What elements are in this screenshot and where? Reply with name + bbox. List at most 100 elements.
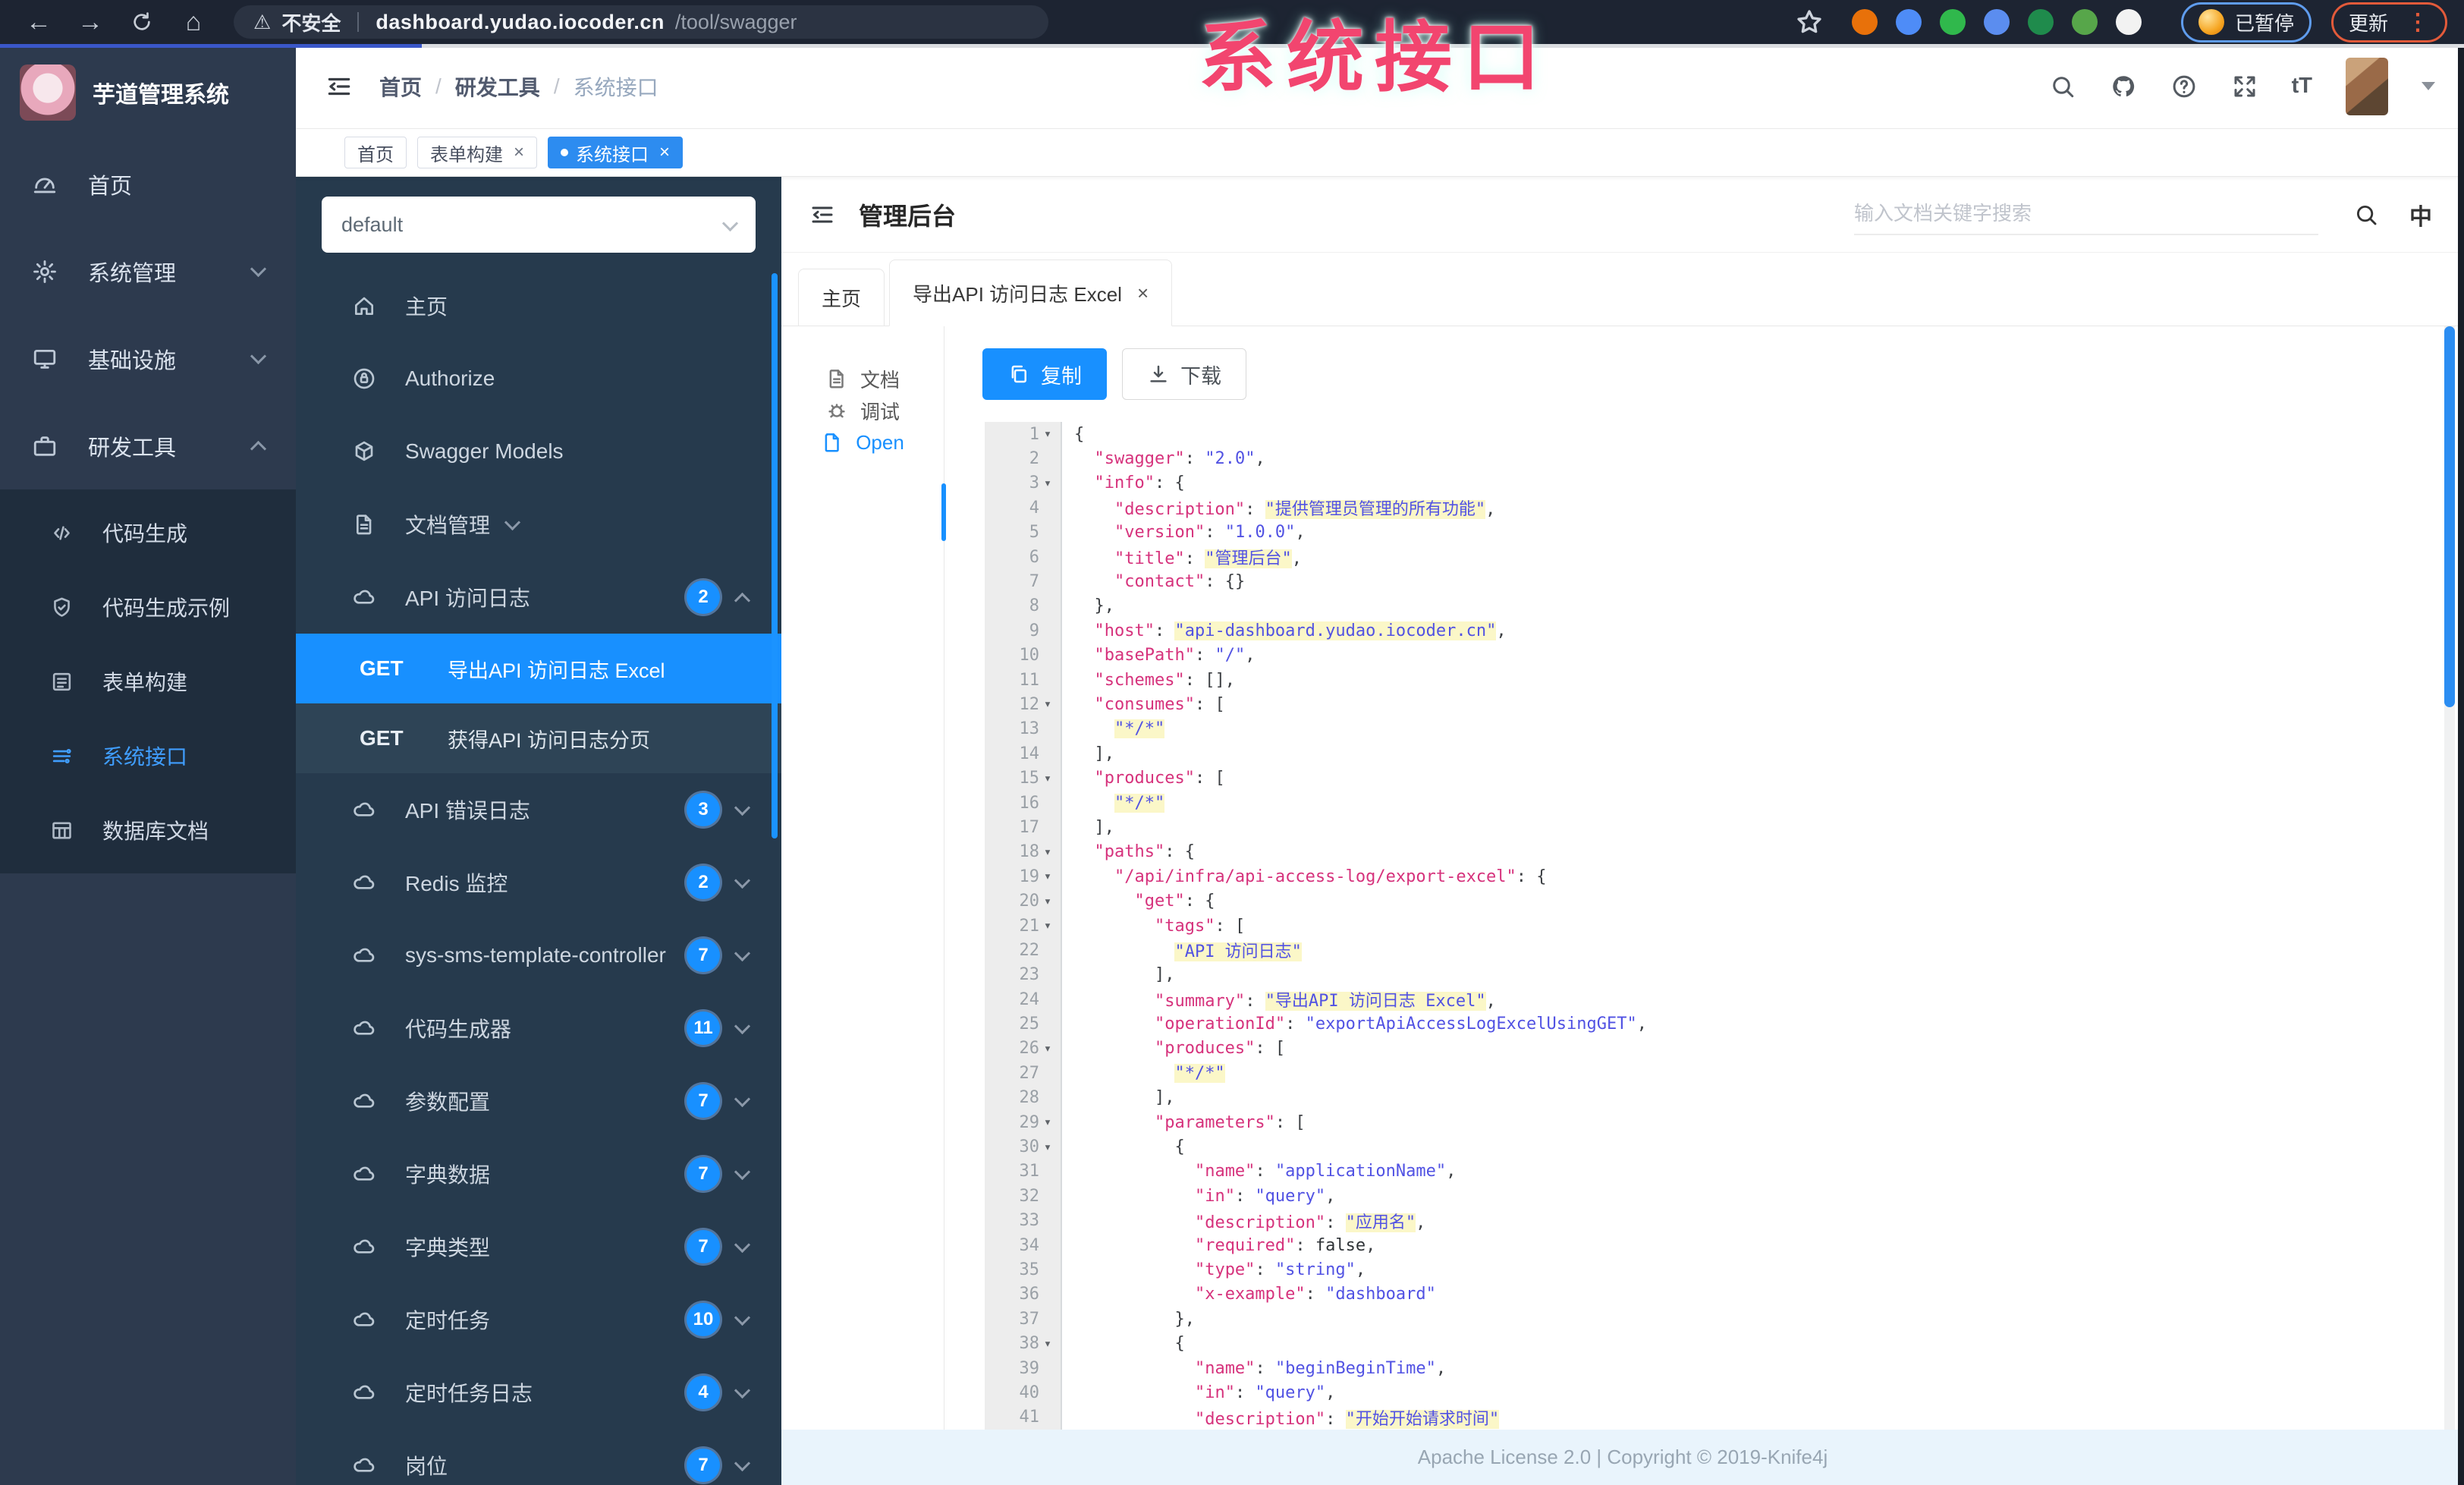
url-divider: [357, 12, 360, 32]
fold-toggle-icon[interactable]: ▾: [1039, 869, 1056, 884]
fold-toggle-icon[interactable]: ▾: [1039, 1336, 1056, 1351]
url-bar[interactable]: ⚠ 不安全 dashboard.yudao.iocoder.cn /tool/s…: [234, 5, 1048, 39]
sidebar-subitem-code-generation-demo[interactable]: 代码生成示例: [0, 570, 296, 644]
doc-side-tab-doc[interactable]: 文档: [781, 363, 944, 395]
api-group-select[interactable]: default: [322, 197, 756, 253]
fold-toggle-icon[interactable]: ▾: [1039, 426, 1056, 442]
browser-menu-icon[interactable]: ⋮: [2406, 9, 2430, 36]
code-token: "basePath": [1094, 646, 1195, 665]
cloud-icon: [352, 1453, 376, 1477]
doc-search-input[interactable]: [1854, 193, 2318, 235]
chevron-down-icon: [734, 1236, 751, 1253]
doc-search-icon[interactable]: [2353, 202, 2379, 228]
doc-search: [1854, 193, 2318, 235]
line-gutter: 11: [985, 667, 1062, 693]
swagger-nav-dict-data[interactable]: 字典数据 7: [296, 1137, 781, 1210]
copy-button[interactable]: 复制: [982, 348, 1107, 400]
code-editor[interactable]: 1 ▾{2 "swagger": "2.0", 3 ▾ "info": {4 "des…: [985, 422, 2447, 1430]
fold-toggle-icon[interactable]: ▾: [1039, 476, 1056, 491]
swagger-nav-authorize[interactable]: Authorize: [296, 342, 781, 415]
header-search-icon[interactable]: [2049, 73, 2076, 100]
font-size-icon[interactable]: tT: [2292, 74, 2312, 99]
swagger-nav-sys-sms-template-controller[interactable]: sys-sms-template-controller 7: [296, 919, 781, 992]
doc-tab-export-api-access-log-excel[interactable]: 导出API 访问日志 Excel ×: [889, 260, 1173, 326]
fold-toggle-icon[interactable]: ▾: [1039, 845, 1056, 860]
doc-side-tab-debug[interactable]: 调试: [781, 395, 944, 426]
swagger-nav-label: Authorize: [405, 367, 495, 390]
sidebar-subitem-system-api[interactable]: 系统接口: [0, 719, 296, 793]
tag-system-api[interactable]: 系统接口 ×: [548, 137, 684, 168]
avatar-caret-icon[interactable]: [2422, 82, 2435, 90]
fold-toggle-icon[interactable]: ▾: [1039, 1041, 1056, 1056]
fold-toggle-icon[interactable]: ▾: [1039, 1115, 1056, 1130]
bookmark-star-icon[interactable]: [1794, 7, 1824, 37]
doc-panel: 管理后台 中 主页 导出API 访问日志 Excel × 文档调试 Open: [781, 177, 2464, 1485]
cloud-icon: [352, 1235, 376, 1259]
code-text: ],: [1062, 965, 1175, 984]
fold-toggle-icon[interactable]: ▾: [1039, 1140, 1056, 1155]
swagger-sidebar-scrollbar[interactable]: [772, 273, 778, 838]
swagger-nav-home[interactable]: 主页: [296, 269, 781, 342]
github-icon[interactable]: [2110, 73, 2137, 100]
language-icon[interactable]: 中: [2409, 198, 2432, 231]
code-text: "required": false,: [1062, 1236, 1375, 1255]
browser-update-button[interactable]: 更新 ⋮: [2330, 2, 2447, 42]
fold-toggle-icon[interactable]: ▾: [1039, 771, 1056, 786]
doc-tab-home[interactable]: 主页: [798, 269, 885, 326]
swagger-nav-post[interactable]: 岗位 7: [296, 1429, 781, 1485]
ext-grid-icon[interactable]: [1983, 9, 2010, 35]
fullscreen-icon[interactable]: [2231, 73, 2258, 100]
browser-back-button[interactable]: ←: [17, 5, 61, 39]
sidebar-subitem-code-generation[interactable]: 代码生成: [0, 496, 296, 570]
fold-toggle-icon[interactable]: ▾: [1039, 697, 1056, 712]
sidebar-subitem-form-builder[interactable]: 表单构建: [0, 644, 296, 719]
help-icon[interactable]: [2170, 73, 2198, 100]
line-number: 21: [1019, 916, 1040, 936]
download-button[interactable]: 下载: [1122, 348, 1246, 400]
swagger-nav-api-error-log[interactable]: API 错误日志 3: [296, 773, 781, 846]
swagger-nav-code-generator[interactable]: 代码生成器 11: [296, 992, 781, 1065]
swagger-nav-api-access-log[interactable]: API 访问日志 2: [296, 561, 781, 634]
browser-forward-button[interactable]: →: [68, 5, 112, 39]
sidebar-collapse-icon[interactable]: [325, 72, 354, 101]
code-token: "string": [1274, 1260, 1356, 1279]
line-number: 39: [1019, 1358, 1040, 1378]
swagger-nav-param-config[interactable]: 参数配置 7: [296, 1065, 781, 1137]
ext-gn-icon[interactable]: [2027, 9, 2054, 35]
ext-pin-icon[interactable]: [1895, 9, 1922, 35]
sidebar-subitem-database-doc[interactable]: 数据库文档: [0, 793, 296, 867]
api-operation-get-api-access-log-page[interactable]: GET 获得API 访问日志分页: [296, 703, 781, 773]
ext-green-circle-icon[interactable]: [1939, 9, 1966, 35]
browser-home-button[interactable]: ⌂: [171, 5, 215, 39]
doc-icon: [825, 367, 848, 390]
tag-label: 系统接口: [576, 144, 649, 165]
code-token: ],: [1074, 1088, 1175, 1108]
doc-side-tab-open[interactable]: Open: [781, 426, 944, 458]
api-operation-export-api-access-log-excel[interactable]: GET 导出API 访问日志 Excel: [296, 634, 781, 703]
sidebar-item-system-management[interactable]: 系统管理: [0, 228, 296, 315]
url-path: /tool/swagger: [674, 10, 797, 33]
sidebar-item-dev-tools[interactable]: 研发工具: [0, 402, 296, 489]
swagger-nav-redis-monitor[interactable]: Redis 监控 2: [296, 846, 781, 919]
swagger-nav-swagger-models[interactable]: Swagger Models: [296, 415, 781, 488]
code-token: ,: [1325, 1383, 1336, 1402]
ext-orange-icon[interactable]: [1851, 9, 1878, 35]
tag-form-builder[interactable]: 表单构建 ×: [417, 137, 538, 168]
code-token: "version": [1114, 523, 1205, 543]
sidebar-item-home[interactable]: 首页: [0, 140, 296, 228]
fold-toggle-icon[interactable]: ▾: [1039, 918, 1056, 933]
swagger-nav-scheduled-job-log[interactable]: 定时任务日志 4: [296, 1356, 781, 1429]
sidebar-item-infrastructure[interactable]: 基础设施: [0, 315, 296, 402]
browser-reload-button[interactable]: [120, 5, 164, 39]
swagger-nav-doc-management[interactable]: 文档管理: [296, 488, 781, 561]
doc-collapse-icon[interactable]: [809, 201, 836, 228]
ext-paw-icon[interactable]: [2115, 9, 2142, 35]
swagger-nav-dict-type[interactable]: 字典类型 7: [296, 1210, 781, 1283]
fold-toggle-icon[interactable]: ▾: [1039, 894, 1056, 909]
swagger-nav-scheduled-job[interactable]: 定时任务 10: [296, 1283, 781, 1356]
main-scrollbar-thumb[interactable]: [2444, 326, 2455, 707]
tag-home[interactable]: 首页: [344, 137, 407, 168]
user-avatar[interactable]: [2346, 57, 2388, 115]
paused-extension-badge[interactable]: 已暂停: [2180, 2, 2312, 42]
ext-leaf-icon[interactable]: [2071, 9, 2098, 35]
